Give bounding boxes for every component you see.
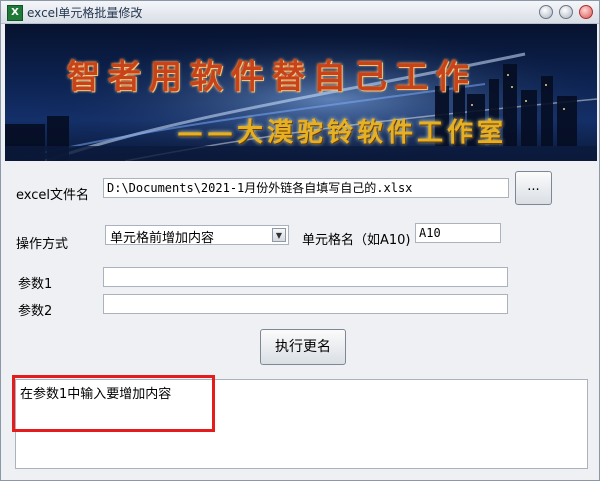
param1-input[interactable] — [103, 267, 508, 287]
minimize-icon[interactable] — [539, 5, 553, 19]
app-window: X excel单元格批量修改 智者用软件替自己工作 ——大漠驼铃软件工作室 ex… — [0, 0, 600, 481]
param2-label: 参数2 — [18, 304, 53, 319]
file-path-input[interactable]: D:\Documents\2021-1月份外链各自填写自己的.xlsx — [103, 178, 509, 198]
banner-subline: ——大漠驼铃软件工作室 — [177, 118, 508, 148]
run-rename-button[interactable]: 执行更名 — [260, 329, 346, 365]
chevron-down-icon[interactable]: ▼ — [272, 228, 286, 242]
mode-select-value: 单元格前增加内容 — [110, 231, 215, 246]
mode-label: 操作方式 — [16, 237, 69, 252]
param2-input[interactable] — [103, 294, 508, 314]
cell-name-input[interactable]: A10 — [415, 223, 501, 243]
param1-label: 参数1 — [18, 277, 53, 292]
highlight-box — [12, 375, 215, 432]
mode-select[interactable]: 单元格前增加内容 ▼ — [105, 225, 289, 246]
window-title: excel单元格批量修改 — [27, 6, 143, 20]
banner-image: 智者用软件替自己工作 ——大漠驼铃软件工作室 — [5, 24, 597, 161]
cell-label: 单元格名（如A10) — [302, 233, 411, 248]
file-label: excel文件名 — [16, 188, 89, 203]
close-icon[interactable] — [579, 5, 593, 19]
maximize-icon[interactable] — [559, 5, 573, 19]
excel-app-icon: X — [7, 5, 23, 21]
browse-button[interactable]: ... — [515, 171, 552, 205]
title-bar[interactable]: X excel单元格批量修改 — [1, 1, 599, 24]
banner-headline: 智者用软件替自己工作 — [67, 57, 477, 96]
